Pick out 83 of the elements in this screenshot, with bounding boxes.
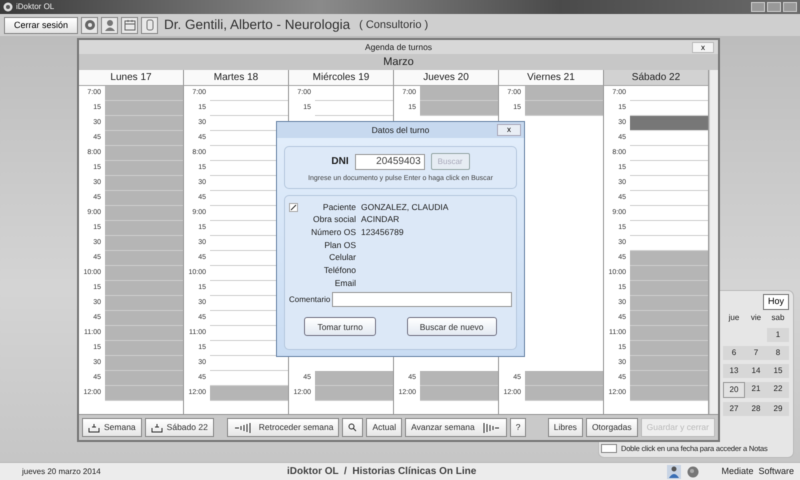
gear-icon[interactable] bbox=[82, 18, 96, 32]
dni-field[interactable]: 20459403 bbox=[354, 154, 425, 170]
field-label: Obra social bbox=[312, 213, 357, 226]
filter-button[interactable]: Otorgadas bbox=[586, 418, 638, 438]
calendar-day[interactable]: 1 bbox=[767, 328, 789, 342]
calendar-day[interactable]: 7 bbox=[745, 346, 767, 360]
field-value: 123456789 bbox=[361, 226, 404, 239]
close-button[interactable]: x bbox=[692, 42, 714, 53]
field-label: Celular bbox=[328, 251, 357, 264]
previous-week-button[interactable]: Retroceder semana bbox=[226, 418, 340, 438]
day-header[interactable]: Martes 18 bbox=[184, 70, 288, 86]
view-button[interactable]: Sábado 22 bbox=[144, 418, 214, 438]
time-slot[interactable] bbox=[420, 386, 498, 402]
comment-field[interactable] bbox=[332, 292, 512, 308]
logout-button[interactable]: Cerrar sesión bbox=[4, 16, 78, 34]
time-slot[interactable] bbox=[210, 386, 288, 402]
calendar-day[interactable]: 29 bbox=[767, 402, 789, 416]
dialog-title: Datos del turno bbox=[372, 124, 430, 136]
day-header[interactable]: Jueves 20 bbox=[394, 70, 498, 86]
calendar-day[interactable]: 22 bbox=[767, 382, 789, 398]
search-icon bbox=[348, 423, 358, 432]
vendor-label: Mediate Software bbox=[721, 464, 794, 478]
time-slot[interactable] bbox=[420, 101, 498, 116]
minimize-button[interactable] bbox=[751, 2, 765, 12]
calendar-day[interactable]: 6 bbox=[723, 346, 745, 360]
link-icon[interactable] bbox=[289, 202, 298, 212]
tray-icon bbox=[88, 422, 100, 433]
scrollbar[interactable] bbox=[709, 70, 718, 414]
view-button[interactable]: Semana bbox=[82, 418, 142, 438]
field-label: Paciente bbox=[322, 200, 357, 214]
date-label: jueves 20 marzo 2014 bbox=[22, 466, 102, 478]
window-title: Agenda de turnos bbox=[364, 40, 432, 54]
weekday-label: sab bbox=[770, 312, 786, 324]
field-value: ACINDAR bbox=[361, 213, 400, 226]
close-button[interactable]: x bbox=[497, 124, 521, 136]
time-slot[interactable] bbox=[630, 386, 708, 402]
search-button[interactable] bbox=[342, 418, 364, 438]
day-header[interactable]: Sábado 22 bbox=[604, 70, 708, 86]
weekday-label: jue bbox=[728, 312, 740, 324]
dni-label: DNI bbox=[331, 155, 349, 169]
next-week-button[interactable]: Avanzar semana bbox=[405, 418, 507, 438]
dialog-button[interactable]: Buscar de nuevo bbox=[406, 317, 497, 336]
calendar-day[interactable]: 21 bbox=[745, 382, 767, 398]
calendar-day[interactable]: 14 bbox=[745, 364, 767, 378]
maximize-button[interactable] bbox=[767, 2, 781, 12]
weekday-label: vie bbox=[750, 312, 762, 324]
person-icon[interactable] bbox=[102, 18, 116, 32]
calendar-day[interactable]: 13 bbox=[723, 364, 745, 378]
location-label: ( Consultorio ) bbox=[359, 18, 428, 33]
help-button[interactable]: ? bbox=[510, 418, 526, 438]
filter-button[interactable]: Libres bbox=[548, 418, 583, 438]
time-slot[interactable] bbox=[105, 386, 183, 402]
calendar-day[interactable]: 28 bbox=[745, 402, 767, 416]
calendar-icon[interactable] bbox=[122, 18, 136, 32]
app-logo-icon bbox=[3, 2, 13, 12]
calendar-day[interactable]: 15 bbox=[767, 364, 789, 378]
day-header[interactable]: Viernes 21 bbox=[499, 70, 603, 86]
calendar-day[interactable]: 8 bbox=[767, 346, 789, 360]
person-icon[interactable] bbox=[667, 464, 682, 478]
calendar-day[interactable]: 20 bbox=[723, 382, 745, 398]
doctor-title: Dr. Gentili, Alberto - Neurologia bbox=[164, 16, 350, 34]
calendar-day[interactable]: 27 bbox=[723, 402, 745, 416]
dialog-button[interactable]: Tomar turno bbox=[304, 317, 376, 336]
window-title: iDoktor OL bbox=[16, 1, 54, 13]
field-label: Plan OS bbox=[323, 238, 357, 252]
day-header[interactable]: Lunes 17 bbox=[79, 70, 183, 86]
today-button[interactable]: Hoy bbox=[762, 294, 789, 310]
month-label: Marzo bbox=[383, 54, 414, 70]
time-slot[interactable] bbox=[630, 116, 708, 132]
time-slot[interactable] bbox=[525, 386, 603, 402]
field-label: Teléfono bbox=[322, 264, 357, 277]
field-value: GONZALEZ, CLAUDIA bbox=[361, 200, 448, 214]
field-label: Número OS bbox=[310, 226, 357, 239]
comment-label: Comentario bbox=[289, 294, 330, 306]
tray-icon bbox=[150, 422, 163, 433]
day-header[interactable]: Miércoles 19 bbox=[289, 70, 393, 86]
time-slot[interactable] bbox=[315, 386, 393, 402]
notes-box[interactable] bbox=[601, 444, 617, 453]
close-button[interactable] bbox=[783, 2, 797, 12]
app-name: iDoktor OL / Historias Clínicas On Line bbox=[287, 465, 476, 479]
today-button[interactable]: Actual bbox=[366, 418, 402, 438]
time-slot[interactable] bbox=[525, 101, 603, 116]
field-label: Email bbox=[334, 276, 357, 290]
